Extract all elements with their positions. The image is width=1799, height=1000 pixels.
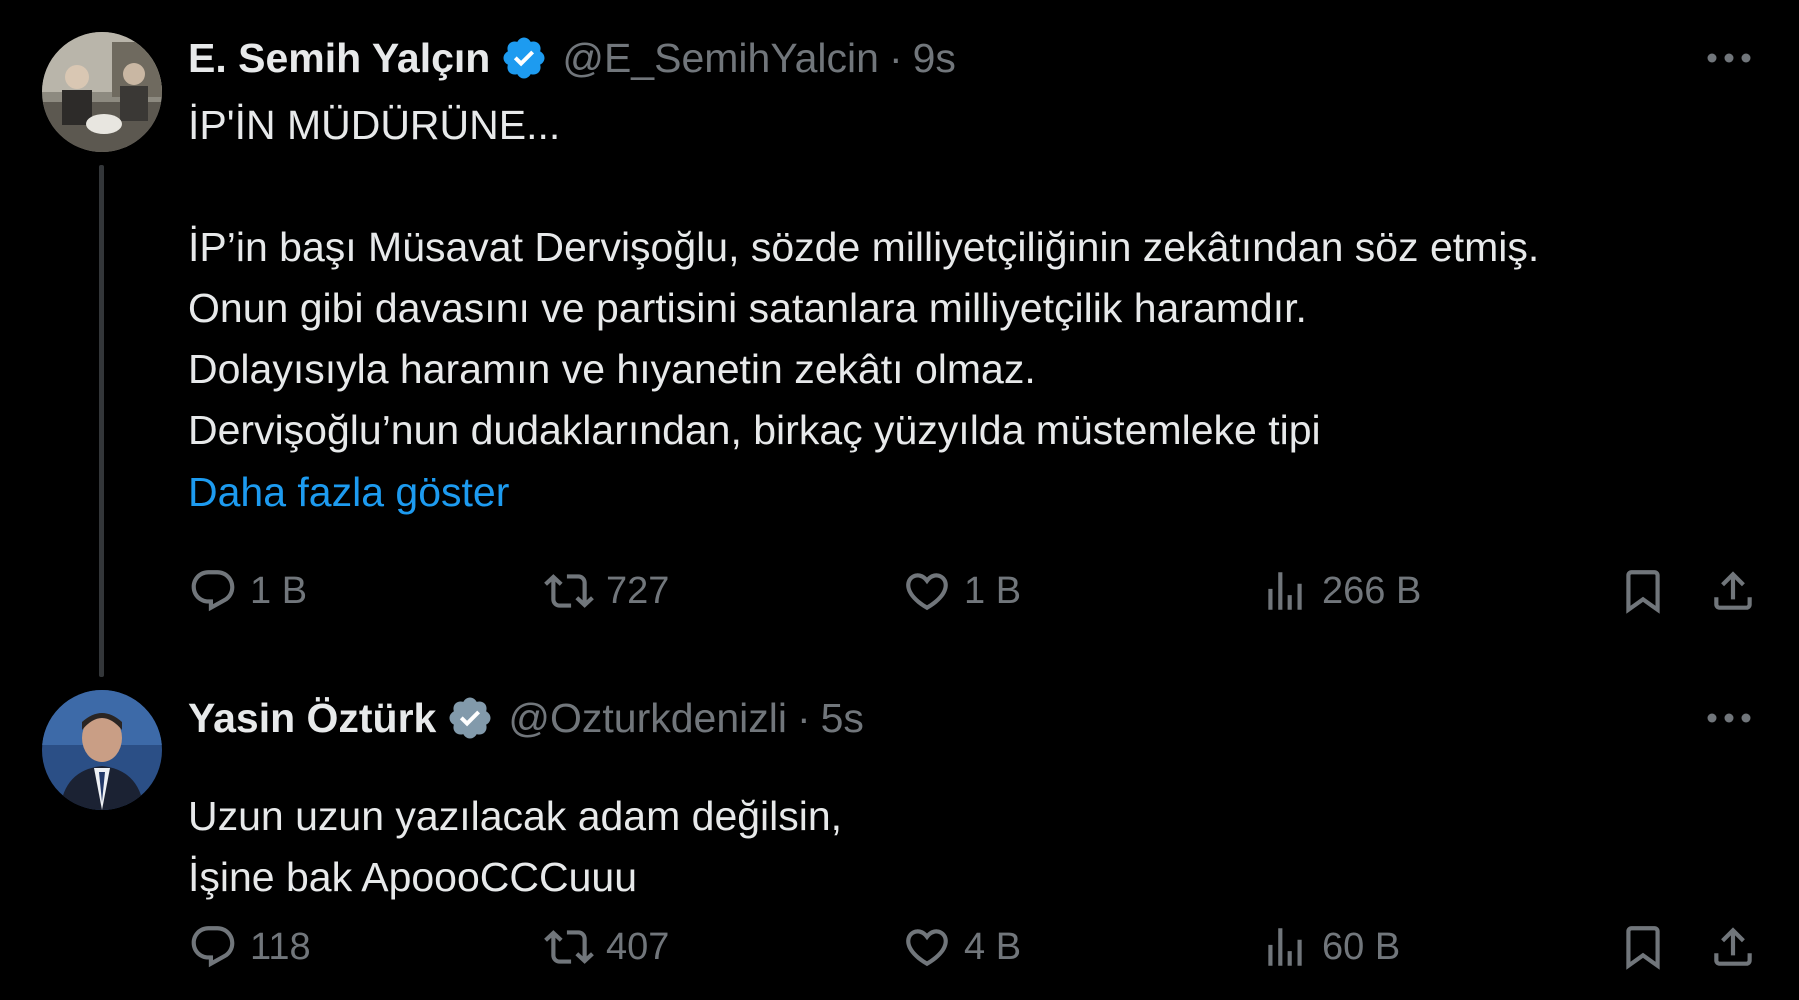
tweet-header: Yasin Öztürk @Ozturkdenizli · 5s — [188, 690, 1759, 746]
views-count: 60 B — [1322, 925, 1401, 968]
repost-icon — [544, 566, 594, 616]
like-count: 4 B — [964, 925, 1022, 968]
tweet-text-line: Uzun uzun yazılacak adam değilsin, — [188, 793, 843, 839]
repost-button[interactable]: 407 — [544, 916, 669, 978]
separator-dot: · — [796, 694, 811, 741]
tweet-text-line: İşine bak ApoooCCCuuu — [188, 854, 638, 900]
show-more-link[interactable]: Daha fazla göster — [188, 462, 509, 523]
more-icon[interactable] — [1699, 30, 1759, 86]
user-handle[interactable]: @Ozturkdenizli — [508, 695, 787, 742]
tweet-text-line: Dervişoğlu’nun dudaklarından, birkaç yüz… — [188, 407, 1321, 453]
like-count: 1 B — [964, 569, 1022, 612]
bookmark-icon — [1618, 566, 1668, 616]
like-button[interactable]: 4 B — [902, 916, 1021, 978]
share-button[interactable] — [1708, 560, 1758, 622]
repost-count: 727 — [606, 569, 670, 612]
timestamp[interactable]: 9s — [913, 35, 956, 82]
avatar[interactable] — [42, 690, 162, 810]
reply-button[interactable]: 1 B — [188, 560, 307, 622]
bookmark-button[interactable] — [1618, 916, 1668, 978]
views-button[interactable]: 266 B — [1260, 560, 1421, 622]
repost-count: 407 — [606, 925, 670, 968]
reply-count: 118 — [250, 925, 311, 968]
display-name[interactable]: Yasin Öztürk — [188, 695, 436, 742]
like-button[interactable]: 1 B — [902, 560, 1021, 622]
tweet-text: İP'İN MÜDÜRÜNE... İP’in başı Müsavat Der… — [188, 95, 1759, 461]
share-button[interactable] — [1708, 916, 1758, 978]
share-icon — [1708, 566, 1758, 616]
views-icon — [1260, 922, 1310, 972]
tweet-text-line: İP’in başı Müsavat Dervişoğlu, sözde mil… — [188, 224, 1540, 270]
views-count: 266 B — [1322, 569, 1422, 612]
views-button[interactable]: 60 B — [1260, 916, 1400, 978]
tweet-text-line: Onun gibi davasını ve partisini satanlar… — [188, 285, 1307, 331]
heart-icon — [902, 922, 952, 972]
avatar[interactable] — [42, 32, 162, 152]
repost-button[interactable]: 727 — [544, 560, 669, 622]
tweet-header: E. Semih Yalçın @E_SemihYalcin · 9s — [188, 30, 1759, 86]
thread-line — [99, 165, 104, 677]
tweet[interactable]: Yasin Öztürk @Ozturkdenizli · 5s Uzun uz… — [0, 690, 1799, 1000]
reply-count: 1 B — [250, 569, 308, 612]
share-icon — [1708, 922, 1758, 972]
tweet-actions: 118 407 4 B 60 B — [188, 916, 1769, 978]
more-icon[interactable] — [1699, 690, 1759, 746]
tweet-actions: 1 B 727 1 B 266 B — [188, 560, 1769, 622]
reply-icon — [188, 922, 238, 972]
repost-icon — [544, 922, 594, 972]
verified-badge-icon[interactable] — [446, 694, 494, 742]
bookmark-button[interactable] — [1618, 560, 1668, 622]
tweet-text-line: Dolayısıyla haramın ve hıyanetin zekâtı … — [188, 346, 1036, 392]
timestamp[interactable]: 5s — [821, 695, 864, 742]
display-name[interactable]: E. Semih Yalçın — [188, 35, 490, 82]
tweet-text: Uzun uzun yazılacak adam değilsin, İşine… — [188, 786, 1759, 908]
reply-icon — [188, 566, 238, 616]
verified-badge-icon[interactable] — [500, 34, 548, 82]
reply-button[interactable]: 118 — [188, 916, 311, 978]
separator-dot: · — [888, 34, 903, 81]
tweet[interactable]: E. Semih Yalçın @E_SemihYalcin · 9s İP'İ… — [0, 0, 1799, 690]
heart-icon — [902, 566, 952, 616]
user-handle[interactable]: @E_SemihYalcin — [562, 35, 879, 82]
views-icon — [1260, 566, 1310, 616]
tweet-text-line: İP'İN MÜDÜRÜNE... — [188, 102, 561, 148]
bookmark-icon — [1618, 922, 1668, 972]
